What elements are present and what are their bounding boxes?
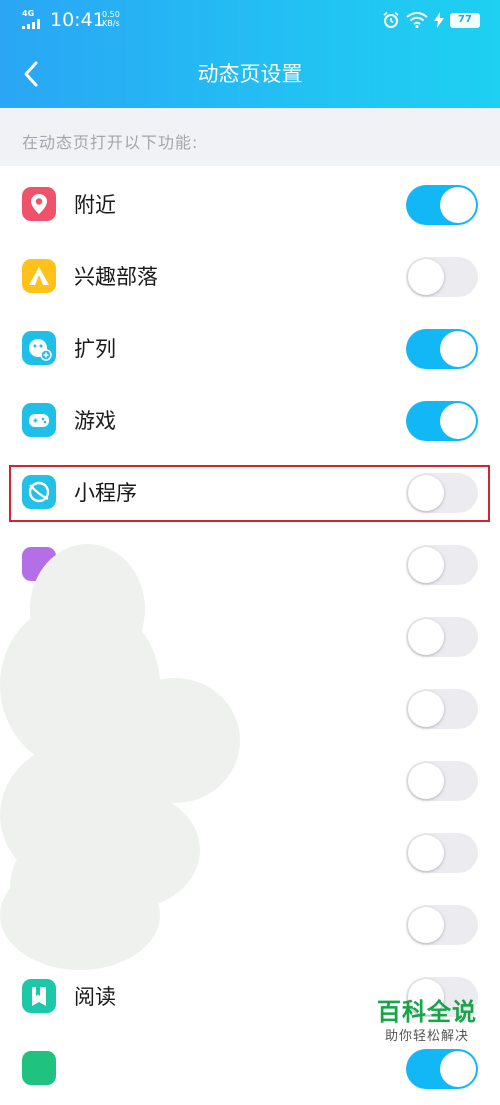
list-item-expand-list: 扩列 <box>0 313 500 385</box>
battery-icon: 77 <box>450 12 480 28</box>
header-bar: 4G 10:41 0.50 KB/s 77 动态页设置 <box>0 0 500 108</box>
network-type: 4G <box>22 9 35 18</box>
network-speed-value: 0.50 <box>102 10 120 19</box>
status-bar: 4G 10:41 0.50 KB/s 77 <box>0 0 500 40</box>
toggle-hidden-5[interactable] <box>406 833 478 873</box>
list-item-label: 游戏 <box>74 409 116 433</box>
toggle-knob <box>408 619 444 655</box>
watermark-logo: 百科全说 助你轻松解决 <box>364 996 490 1057</box>
list-item-label: 兴趣部落 <box>74 265 158 289</box>
toggle-knob <box>408 763 444 799</box>
cellular-signal-icon: 4G <box>22 9 44 29</box>
toggle-knob <box>440 331 476 367</box>
location-pin-icon <box>22 187 56 221</box>
gamepad-icon <box>22 403 56 437</box>
app-icon <box>22 1051 56 1085</box>
add-friend-face-icon <box>22 331 56 365</box>
list-item-label: 扩列 <box>74 337 116 361</box>
toggle-nearby[interactable] <box>406 185 478 225</box>
list-item-nearby: 附近 <box>0 169 500 241</box>
toggle-knob <box>408 907 444 943</box>
status-time: 10:41 <box>50 9 105 31</box>
section-header: 在动态页打开以下功能: <box>0 108 500 166</box>
navigation-bar: 动态页设置 <box>0 40 500 108</box>
toggle-knob <box>440 187 476 223</box>
toggle-knob <box>440 403 476 439</box>
list-item-interest-tribe: 兴趣部落 <box>0 241 500 313</box>
toggle-knob <box>408 691 444 727</box>
toggle-knob <box>408 547 444 583</box>
list-item-label: 附近 <box>74 193 116 217</box>
page-title: 动态页设置 <box>197 62 303 86</box>
watermark-title: 百科全说 <box>377 998 477 1026</box>
network-speed-unit: KB/s <box>102 19 120 28</box>
toggle-knob <box>408 259 444 295</box>
tent-icon <box>22 259 56 293</box>
redaction-blob <box>0 860 160 970</box>
toggle-interest-tribe[interactable] <box>406 257 478 297</box>
watermark-subtitle: 助你轻松解决 <box>384 1029 469 1044</box>
toggle-hidden-1[interactable] <box>406 545 478 585</box>
network-speed: 0.50 KB/s <box>102 10 120 28</box>
toggle-hidden-2[interactable] <box>406 617 478 657</box>
wifi-icon <box>406 12 428 28</box>
book-icon <box>22 979 56 1013</box>
list-item-label: 阅读 <box>74 985 116 1009</box>
toggle-hidden-3[interactable] <box>406 689 478 729</box>
list-item-games: 游戏 <box>0 385 500 457</box>
status-icons: 77 <box>382 10 480 30</box>
highlight-frame <box>9 465 490 522</box>
toggle-hidden-6[interactable] <box>406 905 478 945</box>
toggle-hidden-4[interactable] <box>406 761 478 801</box>
section-label: 在动态页打开以下功能: <box>22 133 199 152</box>
battery-level: 77 <box>458 13 472 25</box>
charging-icon <box>434 12 444 28</box>
alarm-icon <box>383 11 399 28</box>
toggle-games[interactable] <box>406 401 478 441</box>
toggle-knob <box>408 835 444 871</box>
toggle-expand-list[interactable] <box>406 329 478 369</box>
